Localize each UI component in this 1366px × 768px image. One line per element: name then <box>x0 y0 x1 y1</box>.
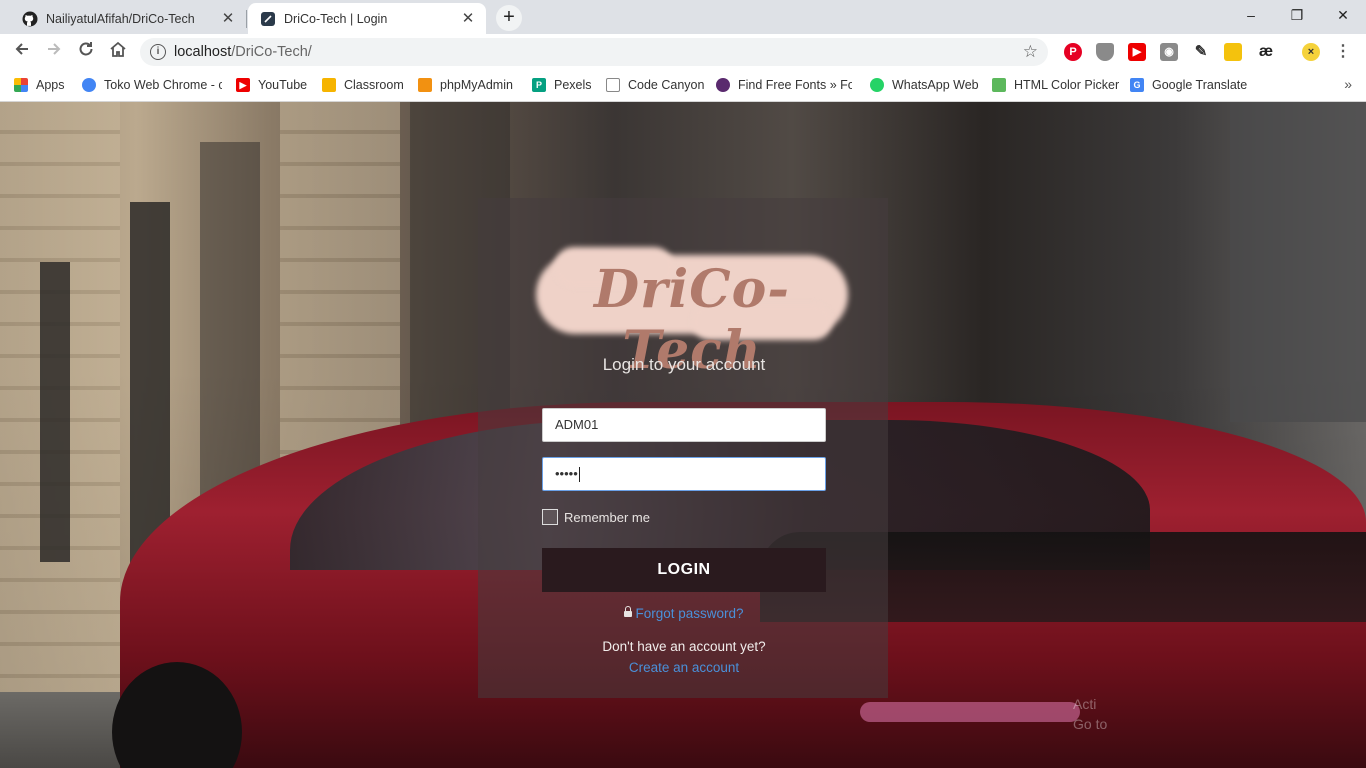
watermark-line: Acti <box>1073 696 1097 712</box>
whatsapp-icon <box>870 78 884 92</box>
info-icon[interactable]: i <box>150 44 166 60</box>
github-icon <box>22 11 38 27</box>
reload-button[interactable] <box>74 40 98 64</box>
bookmark-label: Classroom <box>344 78 404 92</box>
forgot-label: Forgot password? <box>635 606 744 621</box>
remember-label: Remember me <box>564 509 650 525</box>
pen-icon[interactable]: ✎ <box>1192 43 1210 61</box>
close-icon[interactable]: ✕ <box>460 10 476 27</box>
username-input[interactable]: ADM01 <box>542 408 826 442</box>
youtube-icon: ▶ <box>236 78 250 92</box>
pexels-icon: P <box>532 78 546 92</box>
fonts-icon <box>716 78 730 92</box>
windows-activation-watermark: Acti Go to <box>1073 694 1107 734</box>
no-account-text: Don't have an account yet? <box>602 639 766 654</box>
bookmark-label: WhatsApp Web <box>892 78 979 92</box>
phpmyadmin-icon <box>418 78 432 92</box>
bookmark-google-translate[interactable]: G Google Translate <box>1130 76 1247 94</box>
address-bar[interactable]: i localhost/DriCo-Tech/ ☆ <box>140 38 1048 66</box>
reload-icon <box>79 42 93 56</box>
bookmark-apps[interactable]: Apps <box>14 76 65 94</box>
color-picker-icon <box>992 78 1006 92</box>
bookmark-label: Pexels <box>554 78 592 92</box>
forgot-password-link[interactable]: Forgot password? <box>542 606 826 621</box>
bookmark-free-fonts[interactable]: Find Free Fonts » Fon <box>716 76 852 94</box>
watermark-line: Go to <box>1073 716 1108 732</box>
home-icon <box>110 41 126 57</box>
bookmark-label: Code Canyon <box>628 78 705 92</box>
text-caret <box>578 467 580 483</box>
extension-yellow-icon[interactable] <box>1224 43 1242 61</box>
apps-icon <box>14 78 28 92</box>
bookmark-color-picker[interactable]: HTML Color Picker <box>992 76 1119 94</box>
tab-title: NailiyatulAfifah/DriCo-Tech <box>46 11 195 26</box>
classroom-icon <box>322 78 336 92</box>
shield-icon[interactable] <box>1096 43 1114 61</box>
url-host: localhost <box>174 44 232 60</box>
login-form: DriCo-Tech Login to your account ADM01 •… <box>0 102 1366 768</box>
ae-icon[interactable]: æ <box>1256 43 1276 61</box>
bookmark-youtube[interactable]: ▶ YouTube <box>236 76 307 94</box>
bookmark-pexels[interactable]: P Pexels <box>532 76 592 94</box>
remember-checkbox[interactable] <box>542 509 558 525</box>
maximize-button[interactable]: ❐ <box>1274 0 1320 30</box>
remember-me[interactable]: Remember me <box>542 509 650 525</box>
bookmark-label: Toko Web Chrome - c <box>104 78 222 92</box>
login-subtitle: Login to your account <box>602 355 766 374</box>
new-tab-button[interactable]: + <box>496 5 522 31</box>
menu-icon[interactable]: ⋮ <box>1334 43 1352 61</box>
bookmark-label: YouTube <box>258 78 308 92</box>
camera-icon[interactable]: ◉ <box>1160 43 1178 61</box>
tab-title: DriCo-Tech | Login <box>284 11 388 26</box>
bookmarks-bar: Apps Toko Web Chrome - c ▶ YouTube Class… <box>0 70 1366 102</box>
minimize-button[interactable]: – <box>1228 0 1274 30</box>
bookmark-label: Google Translate <box>1152 78 1248 92</box>
password-mask: ••••• <box>555 466 578 481</box>
chrome-store-icon <box>82 78 96 92</box>
login-button[interactable]: LOGIN <box>542 548 826 592</box>
arrow-right-icon <box>48 43 61 55</box>
tab-strip: NailiyatulAfifah/DriCo-Tech ✕ DriCo-Tech… <box>0 0 1366 34</box>
tab-divider <box>246 10 247 28</box>
browser-toolbar: i localhost/DriCo-Tech/ ☆ P ▶ ◉ ✎ æ × ⋮ <box>0 34 1366 70</box>
bookmark-phpmyadmin[interactable]: phpMyAdmin <box>418 76 513 94</box>
create-account-link[interactable]: Create an account <box>542 660 826 675</box>
logo: DriCo-Tech <box>532 247 852 381</box>
profile-icon[interactable]: × <box>1302 43 1320 61</box>
bookmark-code-canyon[interactable]: Code Canyon <box>606 76 704 94</box>
arrow-left-icon <box>15 43 28 55</box>
bookmark-whatsapp[interactable]: WhatsApp Web <box>870 76 979 94</box>
bookmark-label: Find Free Fonts » Fon <box>738 78 852 92</box>
bookmark-label: HTML Color Picker <box>1014 78 1120 92</box>
page-icon <box>606 78 620 92</box>
password-input[interactable]: ••••• <box>542 457 826 491</box>
url-path: /DriCo-Tech/ <box>231 44 312 60</box>
bookmark-label: phpMyAdmin <box>440 78 513 92</box>
home-button[interactable] <box>106 40 130 64</box>
youtube-icon[interactable]: ▶ <box>1128 43 1146 61</box>
bookmarks-overflow-button[interactable]: » <box>1344 76 1352 92</box>
bookmark-chrome-store[interactable]: Toko Web Chrome - c <box>82 76 222 94</box>
lock-icon <box>624 606 633 617</box>
tab-github[interactable]: NailiyatulAfifah/DriCo-Tech ✕ <box>10 3 246 34</box>
close-icon[interactable]: ✕ <box>220 10 236 27</box>
translate-icon: G <box>1130 78 1144 92</box>
bookmark-star-icon[interactable]: ☆ <box>1023 38 1038 66</box>
pinterest-icon[interactable]: P <box>1064 43 1082 61</box>
page-icon <box>260 11 276 27</box>
url-text[interactable]: localhost/DriCo-Tech/ <box>174 38 312 66</box>
window-close-button[interactable]: ✕ <box>1320 0 1366 30</box>
bookmark-label: Apps <box>36 78 65 92</box>
forward-button[interactable] <box>42 40 66 64</box>
tab-login[interactable]: DriCo-Tech | Login ✕ <box>248 3 486 34</box>
bookmark-classroom[interactable]: Classroom <box>322 76 404 94</box>
back-button[interactable] <box>10 40 34 64</box>
